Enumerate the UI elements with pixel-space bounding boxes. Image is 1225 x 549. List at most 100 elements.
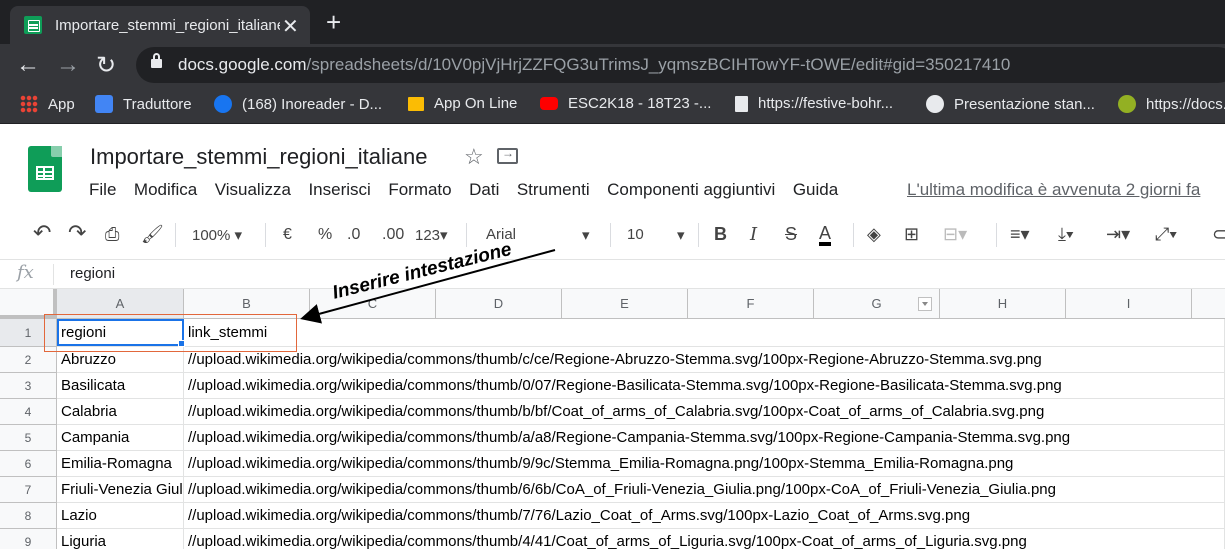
strikethrough-button[interactable]: S — [785, 224, 797, 245]
column-header-f[interactable]: F — [688, 289, 814, 319]
folder-icon — [408, 96, 424, 111]
cell-a5[interactable]: Campania — [57, 425, 184, 451]
cell-b6[interactable]: //upload.wikimedia.org/wikipedia/commons… — [184, 451, 1225, 477]
cell-b7[interactable]: //upload.wikimedia.org/wikipedia/commons… — [184, 477, 1225, 503]
column-header-i[interactable]: I — [1066, 289, 1192, 319]
menu-bar: File Modifica Visualizza Inserisci Forma… — [89, 180, 856, 200]
column-header-h[interactable]: H — [940, 289, 1066, 319]
bookmark-app[interactable]: App — [20, 95, 75, 113]
bookmark-traduttore[interactable]: Traduttore — [95, 95, 192, 113]
cell-b2[interactable]: //upload.wikimedia.org/wikipedia/commons… — [184, 347, 1225, 373]
row-header[interactable]: 5 — [0, 425, 57, 451]
column-header-j[interactable] — [1192, 289, 1225, 319]
formatting-toolbar: ↶ ↷ ⎙ 🖌 100% ▾ € % .0 .00 123▾ Arial ▾ 10… — [0, 210, 1225, 260]
document-title[interactable]: Importare_stemmi_regioni_italiane — [90, 144, 428, 170]
bookmark-inoreader[interactable]: (168) Inoreader - D... — [214, 95, 382, 113]
fill-color-icon[interactable]: ◈ — [867, 224, 881, 245]
merge-cells-icon[interactable]: ⊟▾ — [943, 224, 967, 245]
cell-b9[interactable]: //upload.wikimedia.org/wikipedia/commons… — [184, 529, 1225, 549]
redo-icon[interactable]: ↷ — [68, 220, 86, 246]
toolbar-divider — [996, 223, 997, 247]
italic-button[interactable]: I — [750, 224, 757, 245]
reload-icon[interactable]: ↻ — [96, 51, 116, 80]
vertical-align-icon[interactable]: ⤓▾ — [1058, 224, 1074, 245]
apps-grid-icon — [20, 95, 38, 113]
paint-format-icon[interactable]: 🖌 — [141, 224, 164, 245]
bookmark-app-on-line[interactable]: App On Line — [408, 95, 517, 112]
address-bar[interactable]: docs.google.com/spreadsheets/d/10V0pjVjH… — [136, 47, 1225, 83]
menu-guida[interactable]: Guida — [793, 180, 838, 200]
menu-modifica[interactable]: Modifica — [134, 180, 197, 200]
insert-link-icon[interactable]: ⊂ — [1212, 224, 1225, 245]
bold-button[interactable]: B — [714, 224, 727, 245]
bookmark-esc2k18[interactable]: ESC2K18 - 18T23 -... — [540, 95, 711, 112]
url-text: docs.google.com/spreadsheets/d/10V0pjVjH… — [178, 55, 1011, 74]
column-header-e[interactable]: E — [562, 289, 688, 319]
annotation-highlight-box — [44, 314, 297, 352]
row-header[interactable]: 8 — [0, 503, 57, 529]
toolbar-divider — [265, 223, 266, 247]
row-header[interactable]: 3 — [0, 373, 57, 399]
menu-formato[interactable]: Formato — [388, 180, 451, 200]
cell-b3[interactable]: //upload.wikimedia.org/wikipedia/commons… — [184, 373, 1225, 399]
cell-b8[interactable]: //upload.wikimedia.org/wikipedia/commons… — [184, 503, 1225, 529]
google-translate-icon — [95, 95, 113, 113]
globe-icon — [926, 95, 944, 113]
borders-icon[interactable]: ⊞ — [904, 224, 919, 245]
menu-dati[interactable]: Dati — [469, 180, 499, 200]
menu-strumenti[interactable]: Strumenti — [517, 180, 590, 200]
new-tab-icon[interactable]: + — [326, 7, 341, 38]
cell-b4[interactable]: //upload.wikimedia.org/wikipedia/commons… — [184, 399, 1225, 425]
toolbar-divider — [853, 223, 854, 247]
back-icon[interactable]: ← — [16, 51, 40, 79]
text-color-button[interactable]: A — [819, 224, 832, 246]
menu-componenti-aggiuntivi[interactable]: Componenti aggiuntivi — [607, 180, 775, 200]
tab-close-icon[interactable]: ✕ — [282, 14, 299, 39]
browser-navbar: ← → ↻ docs.google.com/spreadsheets/d/10V… — [0, 44, 1225, 86]
undo-icon[interactable]: ↶ — [33, 220, 51, 246]
zoom-select[interactable]: 100% ▾ — [192, 226, 242, 244]
text-rotation-icon[interactable]: ⤢▾ — [1155, 224, 1177, 245]
formula-input[interactable]: regioni — [70, 265, 115, 282]
row-header[interactable]: 4 — [0, 399, 57, 425]
formula-bar-divider — [53, 264, 54, 285]
menu-visualizza[interactable]: Visualizza — [215, 180, 291, 200]
tab-title: Importare_stemmi_regioni_italiane — [55, 17, 280, 34]
toolbar-divider — [610, 223, 611, 247]
menu-inserisci[interactable]: Inserisci — [308, 180, 370, 200]
sheets-logo-icon[interactable] — [28, 146, 62, 192]
row-header[interactable]: 6 — [0, 451, 57, 477]
sheets-favicon-icon — [24, 16, 42, 34]
move-to-folder-icon[interactable] — [497, 146, 518, 164]
filter-dropdown-icon[interactable] — [918, 297, 932, 311]
youtube-icon — [540, 97, 558, 110]
browser-tab-strip: Importare_stemmi_regioni_italiane ✕ + — [0, 0, 1225, 44]
last-edit-link[interactable]: L'ultima modifica è avvenuta 2 giorni fa — [907, 180, 1200, 200]
page-icon — [735, 95, 748, 112]
toolbar-divider — [698, 223, 699, 247]
inoreader-icon — [214, 95, 232, 113]
font-size-select[interactable]: 10 ▾ — [627, 226, 691, 244]
cell-a3[interactable]: Basilicata — [57, 373, 184, 399]
cell-a4[interactable]: Calabria — [57, 399, 184, 425]
star-icon[interactable]: ☆ — [464, 144, 484, 170]
bookmark-presentazione[interactable]: Presentazione stan... — [926, 95, 1095, 113]
qgis-icon — [1118, 95, 1136, 113]
print-icon[interactable]: ⎙ — [105, 224, 119, 245]
browser-tab[interactable]: Importare_stemmi_regioni_italiane ✕ — [10, 6, 310, 44]
cell-b5[interactable]: //upload.wikimedia.org/wikipedia/commons… — [184, 425, 1225, 451]
cell-a7[interactable]: Friuli-Venezia Giulia — [57, 477, 184, 503]
cell-a9[interactable]: Liguria — [57, 529, 184, 549]
row-header[interactable]: 9 — [0, 529, 57, 549]
menu-file[interactable]: File — [89, 180, 116, 200]
bookmark-festive-bohr[interactable]: https://festive-bohr... — [735, 95, 893, 112]
row-header[interactable]: 7 — [0, 477, 57, 503]
text-wrapping-icon[interactable]: ⇥▾ — [1106, 224, 1130, 245]
forward-icon[interactable]: → — [56, 51, 80, 79]
cell-a8[interactable]: Lazio — [57, 503, 184, 529]
cell-a6[interactable]: Emilia-Romagna — [57, 451, 184, 477]
horizontal-align-icon[interactable]: ≡▾ — [1010, 224, 1030, 245]
bookmarks-bar: App Traduttore (168) Inoreader - D... Ap… — [0, 86, 1225, 124]
bookmark-docs[interactable]: https://docs.g — [1118, 95, 1225, 113]
spreadsheet-grid: A B C D E F G H I 1 regioni link_stemmi … — [0, 289, 1225, 549]
